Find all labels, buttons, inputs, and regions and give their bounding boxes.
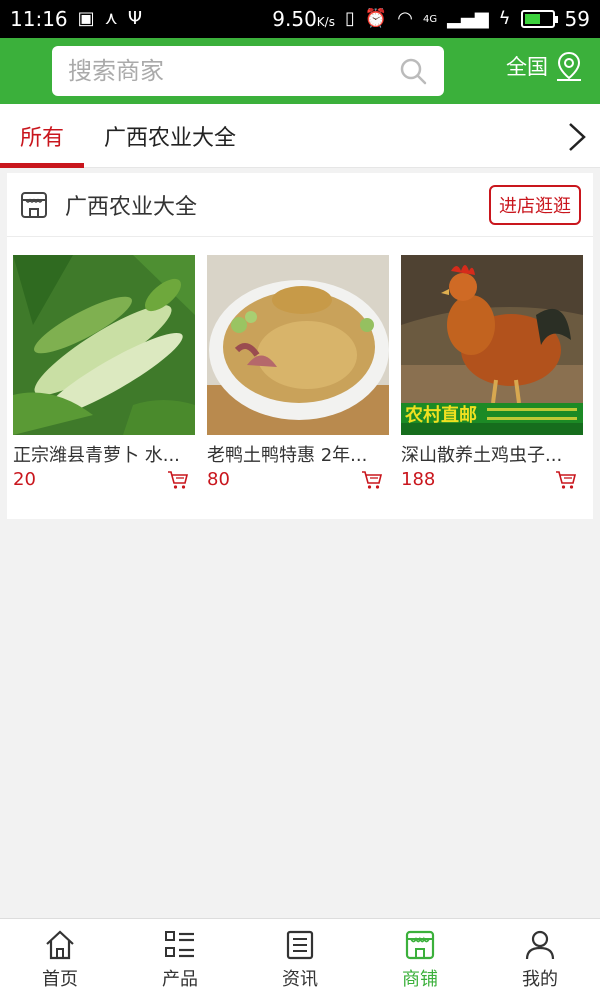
- status-time: 11:16: [10, 7, 68, 31]
- nav-news-label: 资讯: [282, 968, 318, 990]
- nav-news[interactable]: 资讯: [240, 919, 360, 1000]
- store-icon: [405, 930, 435, 959]
- product-image-chicken[interactable]: 农村直邮: [401, 255, 583, 435]
- signal-icon: ▂▄▆: [447, 8, 489, 29]
- vibrate-icon: ▯: [344, 8, 355, 29]
- status-bar: 11:16 ▣ ⋏ Ψ 9.50K/s ▯ ⏰ ◠ 4G ▂▄▆ ϟ 59: [0, 0, 600, 38]
- home-icon: [46, 930, 74, 959]
- nav-profile-label: 我的: [522, 968, 558, 990]
- nav-home[interactable]: 首页: [0, 919, 120, 1000]
- region-label: 全国: [506, 55, 548, 79]
- store-card: 广西农业大全 进店逛逛 正宗潍县青萝卜 水... 20 老鸭土鸭特惠 2年...…: [7, 173, 593, 519]
- header: 全国: [0, 38, 600, 104]
- news-icon: [286, 930, 314, 959]
- product-image-duck[interactable]: [207, 255, 389, 435]
- list-icon: [165, 930, 194, 957]
- share-icon: ⋏: [104, 8, 118, 29]
- product-price: 20: [13, 469, 36, 490]
- search-box[interactable]: [52, 46, 444, 96]
- chevron-right-icon[interactable]: [566, 120, 588, 154]
- user-icon: [525, 930, 555, 959]
- product-image-radish[interactable]: [13, 255, 195, 435]
- product-name: 正宗潍县青萝卜 水...: [13, 445, 180, 466]
- nav-profile[interactable]: 我的: [480, 919, 600, 1000]
- product-name: 老鸭土鸭特惠 2年...: [207, 445, 368, 466]
- network-speed: 9.50K/s: [272, 7, 335, 31]
- nav-products[interactable]: 产品: [120, 919, 240, 1000]
- usb-icon: Ψ: [127, 8, 143, 29]
- product-card[interactable]: 老鸭土鸭特惠 2年... 80: [207, 255, 389, 490]
- wifi-icon: ◠: [397, 8, 414, 29]
- tab-all[interactable]: 所有: [0, 104, 85, 168]
- battery-percent: 59: [564, 7, 590, 31]
- enter-store-button[interactable]: 进店逛逛: [489, 184, 581, 225]
- product-price: 80: [207, 469, 230, 490]
- network-type: 4G: [423, 13, 438, 25]
- product-price: 188: [401, 469, 436, 490]
- cart-icon[interactable]: [361, 470, 383, 490]
- nav-stores[interactable]: 商铺: [360, 919, 480, 1000]
- search-input[interactable]: [68, 57, 398, 85]
- location-icon: [557, 51, 581, 81]
- cart-icon[interactable]: [167, 470, 189, 490]
- battery-icon: [520, 10, 558, 28]
- nav-products-label: 产品: [162, 968, 198, 990]
- store-name: 广西农业大全: [65, 194, 198, 220]
- shop-icon: [21, 191, 47, 218]
- image-caption: 农村直邮: [404, 404, 477, 426]
- charging-icon: ϟ: [498, 8, 511, 29]
- bottom-nav: 首页 产品 资讯 商铺 我的: [0, 918, 600, 1000]
- cart-icon[interactable]: [555, 470, 577, 490]
- nav-stores-label: 商铺: [402, 968, 438, 990]
- product-card[interactable]: 农村直邮 深山散养土鸡虫子... 188: [401, 255, 583, 490]
- search-icon[interactable]: [398, 56, 428, 86]
- nav-home-label: 首页: [42, 968, 78, 990]
- region-selector[interactable]: 全国: [506, 50, 584, 82]
- alarm-icon: ⏰: [364, 8, 388, 29]
- product-card[interactable]: 正宗潍县青萝卜 水... 20: [13, 255, 195, 490]
- gallery-icon: ▣: [77, 8, 95, 29]
- product-name: 深山散养土鸡虫子...: [401, 445, 563, 466]
- product-list: 正宗潍县青萝卜 水... 20 老鸭土鸭特惠 2年... 80 农村直邮 深山散…: [7, 237, 593, 490]
- tab-guangxi-agriculture[interactable]: 广西农业大全: [84, 104, 256, 168]
- category-tabs: 所有 广西农业大全: [0, 104, 600, 168]
- store-header: 广西农业大全 进店逛逛: [7, 173, 593, 237]
